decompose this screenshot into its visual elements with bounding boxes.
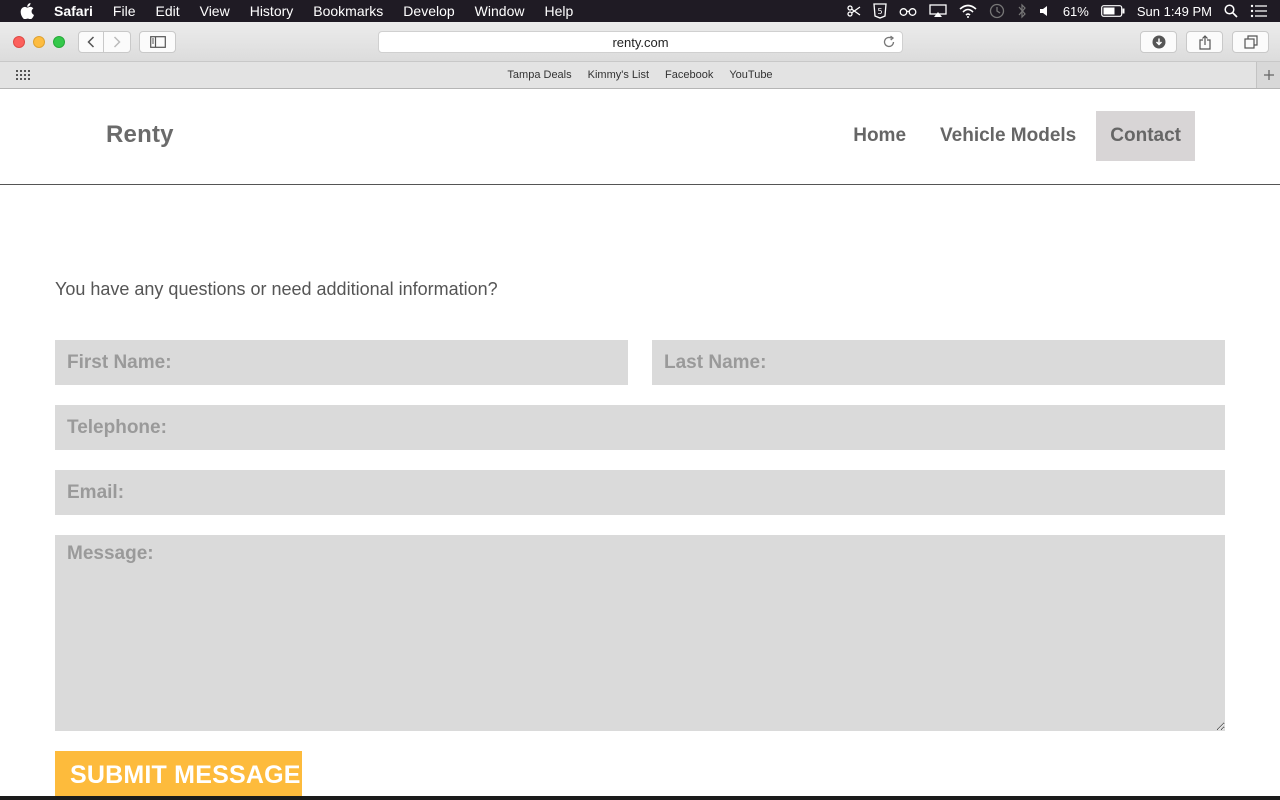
menu-app-name[interactable]: Safari <box>54 0 93 22</box>
dock-edge <box>0 796 1280 800</box>
menu-edit[interactable]: Edit <box>155 0 179 22</box>
favorite-link[interactable]: YouTube <box>729 69 772 81</box>
telephone-input[interactable] <box>55 405 1225 450</box>
nav-contact[interactable]: Contact <box>1096 111 1195 161</box>
reading-glasses-icon[interactable] <box>899 0 917 22</box>
macos-menu-bar: Safari File Edit View History Bookmarks … <box>0 0 1280 22</box>
message-textarea[interactable] <box>55 535 1225 731</box>
menu-bar-status-area: 5 61% Sun 1:49 PM <box>847 0 1280 22</box>
airplay-icon[interactable] <box>929 0 947 22</box>
first-name-input[interactable] <box>55 340 628 385</box>
menu-bookmarks[interactable]: Bookmarks <box>313 0 383 22</box>
html5-icon[interactable]: 5 <box>873 0 887 22</box>
menu-history[interactable]: History <box>250 0 294 22</box>
battery-icon[interactable] <box>1100 0 1125 22</box>
submit-message-button[interactable]: SUBMIT MESSAGE <box>55 751 302 796</box>
favorite-link[interactable]: Tampa Deals <box>507 69 571 81</box>
volume-icon[interactable] <box>1039 0 1051 22</box>
address-url: renty.com <box>612 34 669 50</box>
apple-menu-icon[interactable] <box>20 3 36 19</box>
menu-clock[interactable]: Sun 1:49 PM <box>1137 0 1212 22</box>
address-bar[interactable]: renty.com <box>378 31 903 53</box>
site-header: Renty Home Vehicle Models Contact <box>0 89 1280 185</box>
forward-button[interactable] <box>104 31 131 53</box>
sidebar-icon <box>149 36 166 48</box>
contact-intro-text: You have any questions or need additiona… <box>55 279 498 299</box>
svg-text:5: 5 <box>877 7 882 16</box>
share-icon <box>1198 34 1211 50</box>
wifi-icon[interactable] <box>959 0 977 22</box>
share-button[interactable] <box>1186 31 1223 53</box>
scissors-icon[interactable] <box>847 0 861 22</box>
download-icon <box>1152 35 1165 49</box>
email-input[interactable] <box>55 470 1225 515</box>
menu-window[interactable]: Window <box>475 0 525 22</box>
minimize-window-button[interactable] <box>33 36 45 48</box>
chevron-left-icon <box>87 36 95 48</box>
time-machine-icon[interactable] <box>989 0 1005 22</box>
site-nav: Home Vehicle Models Contact <box>833 111 1195 161</box>
nav-home[interactable]: Home <box>839 111 920 161</box>
menu-file[interactable]: File <box>113 0 136 22</box>
bluetooth-icon[interactable] <box>1017 0 1027 22</box>
favorite-link[interactable]: Facebook <box>665 69 713 81</box>
downloads-button[interactable] <box>1140 31 1177 53</box>
site-logo[interactable]: Renty <box>106 121 174 149</box>
menu-develop[interactable]: Develop <box>403 0 454 22</box>
last-name-input[interactable] <box>652 340 1225 385</box>
chevron-right-icon <box>113 36 121 48</box>
menu-view[interactable]: View <box>200 0 230 22</box>
new-tab-button[interactable] <box>1256 62 1280 88</box>
favorites-bar: Tampa Deals Kimmy's List Facebook YouTub… <box>0 62 1280 89</box>
reload-icon[interactable] <box>882 35 896 52</box>
battery-percent: 61% <box>1062 3 1089 19</box>
browser-toolbar: renty.com <box>0 22 1280 62</box>
spotlight-search-icon[interactable] <box>1224 0 1238 22</box>
back-button[interactable] <box>78 31 104 53</box>
tabs-overview-icon <box>1243 35 1258 49</box>
notification-center-icon[interactable] <box>1250 0 1268 22</box>
web-page: Renty Home Vehicle Models Contact You ha… <box>0 89 1280 796</box>
menu-help[interactable]: Help <box>544 0 573 22</box>
favorite-link[interactable]: Kimmy's List <box>588 69 649 81</box>
plus-icon <box>1263 70 1274 80</box>
close-window-button[interactable] <box>13 36 25 48</box>
sidebar-toggle-button[interactable] <box>139 31 176 53</box>
zoom-window-button[interactable] <box>53 36 65 48</box>
nav-vehicle-models[interactable]: Vehicle Models <box>926 111 1090 161</box>
show-tabs-button[interactable] <box>1232 31 1269 53</box>
